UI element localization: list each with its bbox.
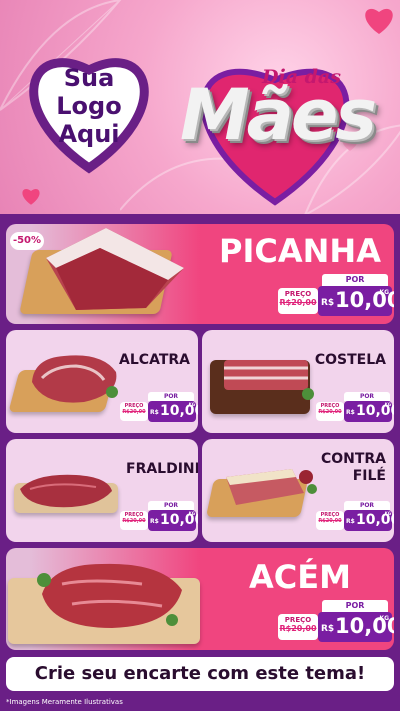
disclaimer-text: *Imagens Meramente Ilustrativas <box>6 698 123 706</box>
old-price-value: R$20,00 <box>122 518 146 524</box>
title-big: Mães <box>180 74 377 156</box>
new-price: R$ 10,00 KG <box>344 401 394 422</box>
old-price: PREÇO R$20,00 <box>316 402 344 421</box>
old-price: PREÇO R$20,00 <box>120 402 148 421</box>
por-label: POR <box>322 274 388 286</box>
currency-symbol: R$ <box>321 298 335 308</box>
price-unit: KG <box>384 511 391 516</box>
currency-symbol: R$ <box>346 409 355 416</box>
price-unit: KG <box>379 289 389 296</box>
new-price: R$ 10,00 KG <box>344 510 394 531</box>
por-label: POR <box>344 392 390 401</box>
price-unit: KG <box>384 402 391 407</box>
product-card-costela: COSTELA POR PREÇO R$20,00 R$ 10,00 KG <box>202 330 394 433</box>
currency-symbol: R$ <box>150 518 159 525</box>
old-price: PREÇO R$20,00 <box>278 288 318 314</box>
product-card-picanha: PICANHA POR PREÇO R$20,00 R$ 10,00 KG <box>6 224 394 324</box>
product-name: FRALDINHA <box>126 461 198 477</box>
product-name: ACÉM <box>249 558 351 596</box>
old-price: PREÇO R$20,00 <box>316 511 344 530</box>
old-price-value: R$20,00 <box>279 298 317 307</box>
product-card-fraldinha: FRALDINHA POR PREÇO R$20,00 R$ 10,00 KG <box>6 439 198 542</box>
old-price: PREÇO R$20,00 <box>278 614 318 640</box>
old-price-value: R$20,00 <box>318 518 342 524</box>
product-card-acem: ACÉM POR PREÇO R$20,00 R$ 10,00 KG <box>6 548 394 650</box>
product-name: CONTRA FILÉ <box>298 451 386 485</box>
por-label: POR <box>148 392 194 401</box>
price-tag: POR PREÇO R$20,00 R$ 10,00 KG <box>120 501 198 531</box>
heart-icon <box>22 189 40 205</box>
old-price-value: R$20,00 <box>122 409 146 415</box>
price-unit: KG <box>188 402 195 407</box>
acem-meat-image <box>37 563 182 628</box>
hero-header: Sua Logo Aqui Dia das Mães <box>0 0 400 214</box>
currency-symbol: R$ <box>321 624 335 634</box>
logo-placeholder: Sua Logo Aqui <box>36 64 142 148</box>
product-name: ALCATRA <box>119 352 190 368</box>
fraldinha-meat-image <box>20 474 112 508</box>
price-tag: POR PREÇO R$20,00 R$ 10,00 KG <box>316 501 394 531</box>
currency-symbol: R$ <box>150 409 159 416</box>
price-unit: KG <box>188 511 195 516</box>
new-price: R$ 10,00 KG <box>148 510 198 531</box>
product-name-line-2: FILÉ <box>352 468 386 484</box>
por-label: POR <box>148 501 194 510</box>
new-price: R$ 10,00 KG <box>318 286 394 316</box>
old-price: PREÇO R$20,00 <box>120 511 148 530</box>
old-price-value: R$20,00 <box>318 409 342 415</box>
price-unit: KG <box>379 615 389 622</box>
old-price-value: R$20,00 <box>279 624 317 633</box>
new-price: R$ 10,00 KG <box>318 612 394 642</box>
price-tag: POR PREÇO R$20,00 R$ 10,00 KG <box>278 274 394 316</box>
product-name: PICANHA <box>219 232 381 270</box>
product-card-alcatra: ALCATRA POR PREÇO R$20,00 R$ 10,00 KG <box>6 330 198 433</box>
logo-line-2: Aqui <box>58 120 120 148</box>
price-tag: POR PREÇO R$20,00 R$ 10,00 KG <box>278 600 394 642</box>
picanha-meat-image <box>46 228 184 310</box>
product-card-contra-file: CONTRA FILÉ POR PREÇO R$20,00 R$ 10,00 K… <box>202 439 394 542</box>
product-name: COSTELA <box>314 352 386 368</box>
por-label: POR <box>344 501 390 510</box>
price-tag: POR PREÇO R$20,00 R$ 10,00 KG <box>316 392 394 422</box>
product-name-line-1: CONTRA <box>320 451 386 467</box>
old-price-label: PREÇO <box>284 616 312 624</box>
new-price: R$ 10,00 KG <box>148 401 198 422</box>
discount-badge: -50% <box>10 232 44 250</box>
logo-line-1: Sua Logo <box>56 64 122 120</box>
price-tag: POR PREÇO R$20,00 R$ 10,00 KG <box>120 392 198 422</box>
old-price-label: PREÇO <box>284 290 312 298</box>
heart-icon <box>365 8 393 34</box>
por-label: POR <box>322 600 388 612</box>
currency-symbol: R$ <box>346 518 355 525</box>
cta-banner[interactable]: Crie seu encarte com este tema! <box>6 657 394 691</box>
